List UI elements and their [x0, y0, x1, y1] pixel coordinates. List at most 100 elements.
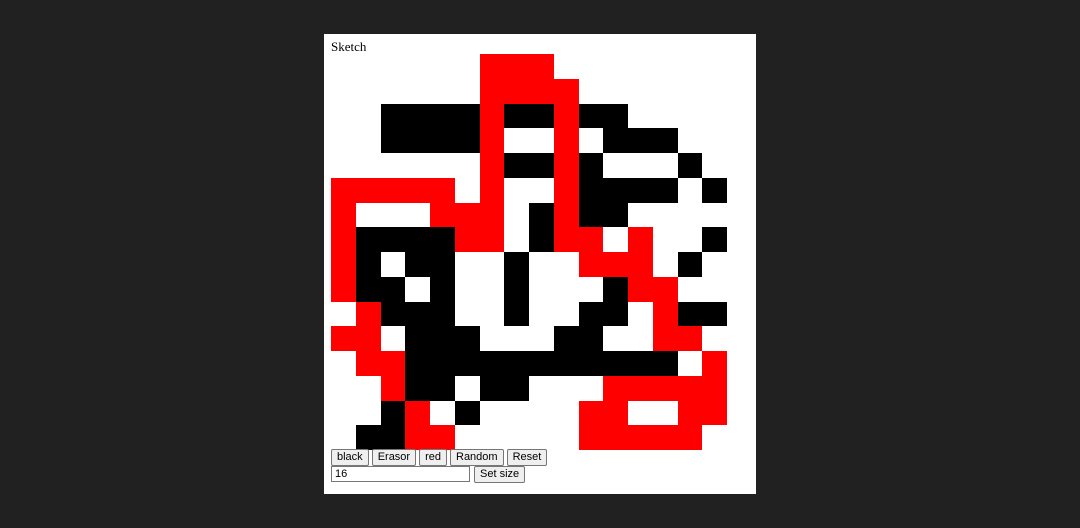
grid-cell[interactable] — [652, 276, 678, 302]
grid-cell[interactable] — [504, 153, 529, 178]
grid-cell[interactable] — [430, 103, 455, 129]
grid-cell[interactable] — [677, 276, 703, 302]
grid-cell[interactable] — [355, 54, 381, 79]
grid-cell[interactable] — [603, 425, 628, 450]
grid-cell[interactable] — [578, 276, 604, 302]
grid-cell[interactable] — [405, 227, 430, 252]
grid-cell[interactable] — [355, 128, 381, 153]
grid-cell[interactable] — [454, 400, 480, 426]
grid-cell[interactable] — [504, 103, 529, 129]
grid-cell[interactable] — [553, 276, 579, 302]
grid-cell[interactable] — [628, 177, 653, 203]
grid-cell[interactable] — [553, 301, 579, 327]
grid-cell[interactable] — [454, 78, 480, 104]
grid-cell[interactable] — [578, 202, 604, 228]
grid-cell[interactable] — [702, 153, 727, 178]
grid-cell[interactable] — [628, 103, 653, 129]
grid-cell[interactable] — [628, 202, 653, 228]
grid-cell[interactable] — [578, 103, 604, 129]
grid-cell[interactable] — [652, 153, 678, 178]
grid-cell[interactable] — [405, 252, 430, 277]
grid-cell[interactable] — [578, 153, 604, 178]
grid-cell[interactable] — [677, 351, 703, 376]
grid-cell[interactable] — [677, 227, 703, 252]
grid-cell[interactable] — [479, 153, 505, 178]
grid-cell[interactable] — [405, 276, 430, 302]
grid-cell[interactable] — [405, 326, 430, 351]
grid-cell[interactable] — [702, 202, 727, 228]
grid-cell[interactable] — [355, 177, 381, 203]
grid-cell[interactable] — [380, 252, 406, 277]
grid-cell[interactable] — [702, 177, 727, 203]
grid-cell[interactable] — [603, 177, 628, 203]
grid-cell[interactable] — [331, 351, 356, 376]
grid-cell[interactable] — [380, 202, 406, 228]
grid-cell[interactable] — [479, 425, 505, 450]
grid-cell[interactable] — [430, 177, 455, 203]
grid-cell[interactable] — [331, 301, 356, 327]
grid-cell[interactable] — [702, 78, 727, 104]
grid-cell[interactable] — [479, 227, 505, 252]
grid-cell[interactable] — [355, 276, 381, 302]
grid-cell[interactable] — [380, 400, 406, 426]
grid-cell[interactable] — [529, 252, 554, 277]
grid-cell[interactable] — [331, 276, 356, 302]
grid-cell[interactable] — [702, 425, 727, 450]
grid-cell[interactable] — [504, 276, 529, 302]
grid-cell[interactable] — [479, 128, 505, 153]
grid-cell[interactable] — [553, 227, 579, 252]
grid-cell[interactable] — [553, 425, 579, 450]
grid-cell[interactable] — [504, 128, 529, 153]
grid-cell[interactable] — [628, 400, 653, 426]
reset-button[interactable]: Reset — [506, 449, 548, 466]
grid-cell[interactable] — [553, 153, 579, 178]
grid-cell[interactable] — [529, 103, 554, 129]
grid-cell[interactable] — [380, 326, 406, 351]
grid-cell[interactable] — [479, 400, 505, 426]
grid-cell[interactable] — [405, 153, 430, 178]
grid-cell[interactable] — [331, 375, 356, 401]
grid-cell[interactable] — [603, 128, 628, 153]
grid-cell[interactable] — [677, 326, 703, 351]
grid-cell[interactable] — [553, 177, 579, 203]
grid-cell[interactable] — [430, 78, 455, 104]
grid-cell[interactable] — [652, 177, 678, 203]
grid-cell[interactable] — [702, 128, 727, 153]
grid-cell[interactable] — [553, 202, 579, 228]
grid-cell[interactable] — [504, 326, 529, 351]
grid-cell[interactable] — [529, 78, 554, 104]
grid-cell[interactable] — [430, 128, 455, 153]
grid-cell[interactable] — [430, 276, 455, 302]
grid-cell[interactable] — [405, 54, 430, 79]
grid-cell[interactable] — [405, 301, 430, 327]
grid-cell[interactable] — [331, 252, 356, 277]
grid-cell[interactable] — [380, 153, 406, 178]
grid-cell[interactable] — [355, 78, 381, 104]
grid-cell[interactable] — [405, 103, 430, 129]
grid-cell[interactable] — [652, 78, 678, 104]
grid-cell[interactable] — [603, 227, 628, 252]
grid-cell[interactable] — [677, 153, 703, 178]
grid-cell[interactable] — [578, 301, 604, 327]
grid-cell[interactable] — [702, 326, 727, 351]
grid-cell[interactable] — [529, 375, 554, 401]
grid-cell[interactable] — [355, 103, 381, 129]
grid-cell[interactable] — [553, 252, 579, 277]
grid-cell[interactable] — [504, 202, 529, 228]
grid-cell[interactable] — [702, 351, 727, 376]
grid-cell[interactable] — [405, 375, 430, 401]
grid-cell[interactable] — [628, 425, 653, 450]
grid-cell[interactable] — [454, 425, 480, 450]
grid-cell[interactable] — [331, 227, 356, 252]
grid-cell[interactable] — [702, 400, 727, 426]
grid-cell[interactable] — [603, 276, 628, 302]
grid-cell[interactable] — [331, 128, 356, 153]
grid-cell[interactable] — [479, 326, 505, 351]
grid-cell[interactable] — [380, 301, 406, 327]
grid-cell[interactable] — [504, 351, 529, 376]
grid-cell[interactable] — [628, 301, 653, 327]
grid-cell[interactable] — [430, 375, 455, 401]
grid-cell[interactable] — [529, 177, 554, 203]
grid-cell[interactable] — [479, 252, 505, 277]
grid-cell[interactable] — [454, 128, 480, 153]
